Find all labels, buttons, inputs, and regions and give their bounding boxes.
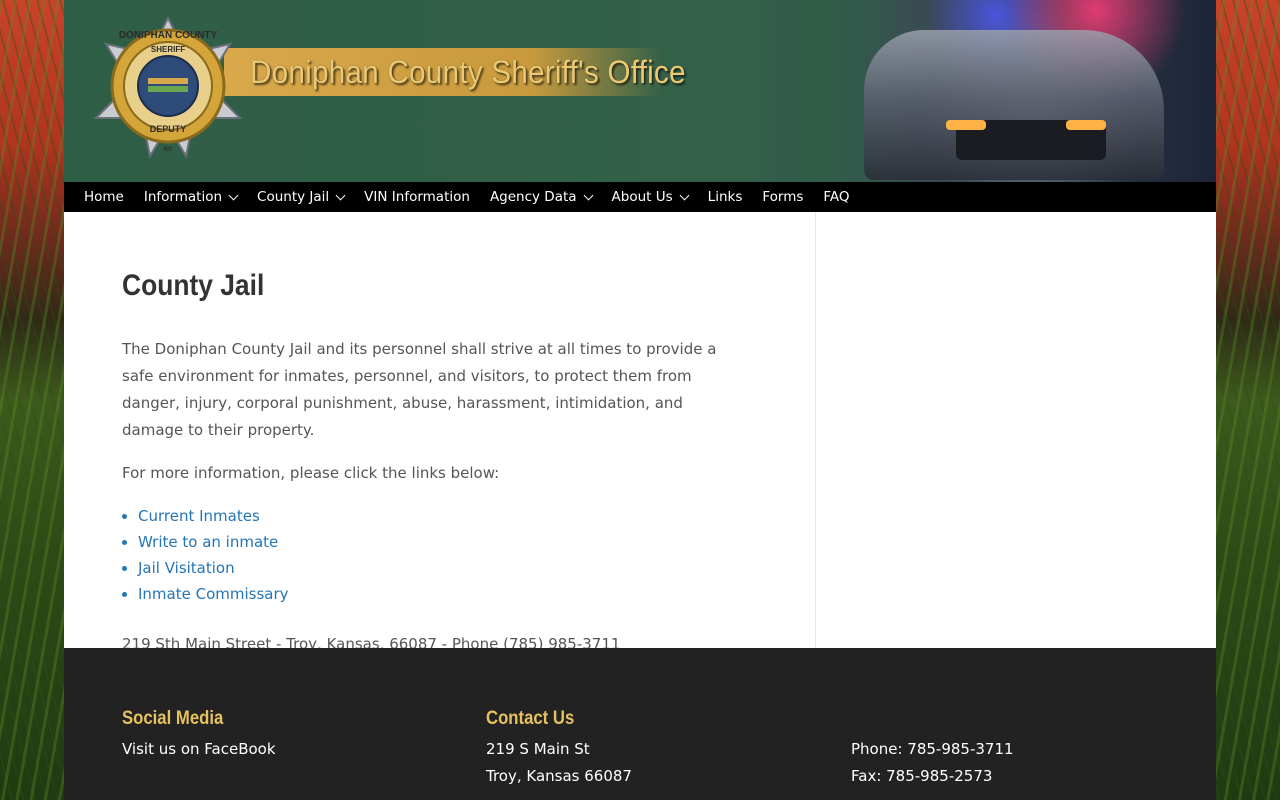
list-item: Write to an inmate (138, 529, 722, 555)
jail-visitation-link[interactable]: Jail Visitation (138, 559, 235, 577)
nav-item-faq[interactable]: FAQ (813, 182, 859, 212)
nav-item-label: County Jail (257, 189, 330, 205)
intro-paragraph: The Doniphan County Jail and its personn… (122, 340, 717, 439)
nav-item-label: Forms (762, 189, 804, 205)
list-item: Inmate Commissary (138, 581, 722, 607)
svg-text:SHERIFF: SHERIFF (151, 45, 185, 54)
nav-item-information[interactable]: Information (134, 182, 247, 212)
main-content-area: County Jail The Doniphan County Jail and… (64, 212, 1216, 653)
write-to-inmate-link[interactable]: Write to an inmate (138, 533, 278, 551)
footer-address-line2: Troy, Kansas 66087 (486, 767, 632, 785)
footer-social-column: Social Media Visit us on FaceBook (122, 706, 276, 763)
chevron-down-icon (679, 190, 690, 200)
sidebar-divider (815, 212, 816, 648)
nav-item-vin-information[interactable]: VIN Information (354, 182, 480, 212)
article: County Jail The Doniphan County Jail and… (122, 268, 722, 657)
nav-item-label: Links (707, 189, 743, 205)
nav-item-label: Information (143, 189, 223, 205)
nav-item-links[interactable]: Links (698, 182, 753, 212)
nav-item-label: VIN Information (364, 189, 470, 205)
nav-item-label: About Us (611, 189, 673, 205)
chevron-down-icon (583, 190, 593, 200)
jail-links-list: Current Inmates Write to an inmate Jail … (122, 503, 722, 607)
footer-address-line1: 219 S Main St (486, 740, 590, 758)
contact-us-heading: Contact Us (486, 708, 575, 729)
police-car-headlight-left (946, 120, 986, 130)
facebook-link[interactable]: Visit us on FaceBook (122, 740, 276, 758)
main-navigation: Home Information County Jail VIN Informa… (64, 182, 1216, 212)
chevron-down-icon (335, 190, 346, 200)
nav-item-county-jail[interactable]: County Jail (247, 182, 354, 212)
social-media-heading: Social Media (122, 708, 224, 729)
site-footer: Social Media Visit us on FaceBook Contac… (64, 648, 1216, 800)
nav-item-about-us[interactable]: About Us (602, 182, 698, 212)
nav-item-forms[interactable]: Forms (752, 182, 813, 212)
page-container: DONIPHAN COUNTY SHERIFF DEPUTY KS Doniph… (64, 0, 1216, 800)
list-item: Current Inmates (138, 503, 722, 529)
more-info-text: For more information, please click the l… (122, 464, 500, 482)
svg-text:KS: KS (164, 147, 172, 153)
footer-contact-column: Contact Us 219 S Main St Troy, Kansas 66… (486, 706, 632, 790)
chevron-down-icon (228, 190, 239, 200)
site-header: DONIPHAN COUNTY SHERIFF DEPUTY KS Doniph… (64, 0, 1216, 182)
page-title: County Jail (122, 269, 265, 302)
current-inmates-link[interactable]: Current Inmates (138, 507, 260, 525)
footer-fax: Fax: 785-985-2573 (851, 767, 993, 785)
police-car-headlight-right (1066, 120, 1106, 130)
svg-text:DONIPHAN COUNTY: DONIPHAN COUNTY (119, 30, 218, 41)
nav-item-agency-data[interactable]: Agency Data (480, 182, 602, 212)
nav-item-home[interactable]: Home (74, 182, 134, 212)
sheriff-badge-logo[interactable]: DONIPHAN COUNTY SHERIFF DEPUTY KS (90, 14, 246, 160)
nav-item-label: Agency Data (489, 189, 577, 205)
footer-phone-column: Phone: 785-985-3711 Fax: 785-985-2573 (851, 736, 1014, 790)
list-item: Jail Visitation (138, 555, 722, 581)
footer-phone: Phone: 785-985-3711 (851, 740, 1014, 758)
inmate-commissary-link[interactable]: Inmate Commissary (138, 585, 289, 603)
nav-item-label: FAQ (823, 189, 850, 205)
nav-item-label: Home (84, 189, 124, 205)
svg-text:DEPUTY: DEPUTY (150, 124, 187, 134)
site-title[interactable]: Doniphan County Sheriff's Office (250, 50, 686, 94)
